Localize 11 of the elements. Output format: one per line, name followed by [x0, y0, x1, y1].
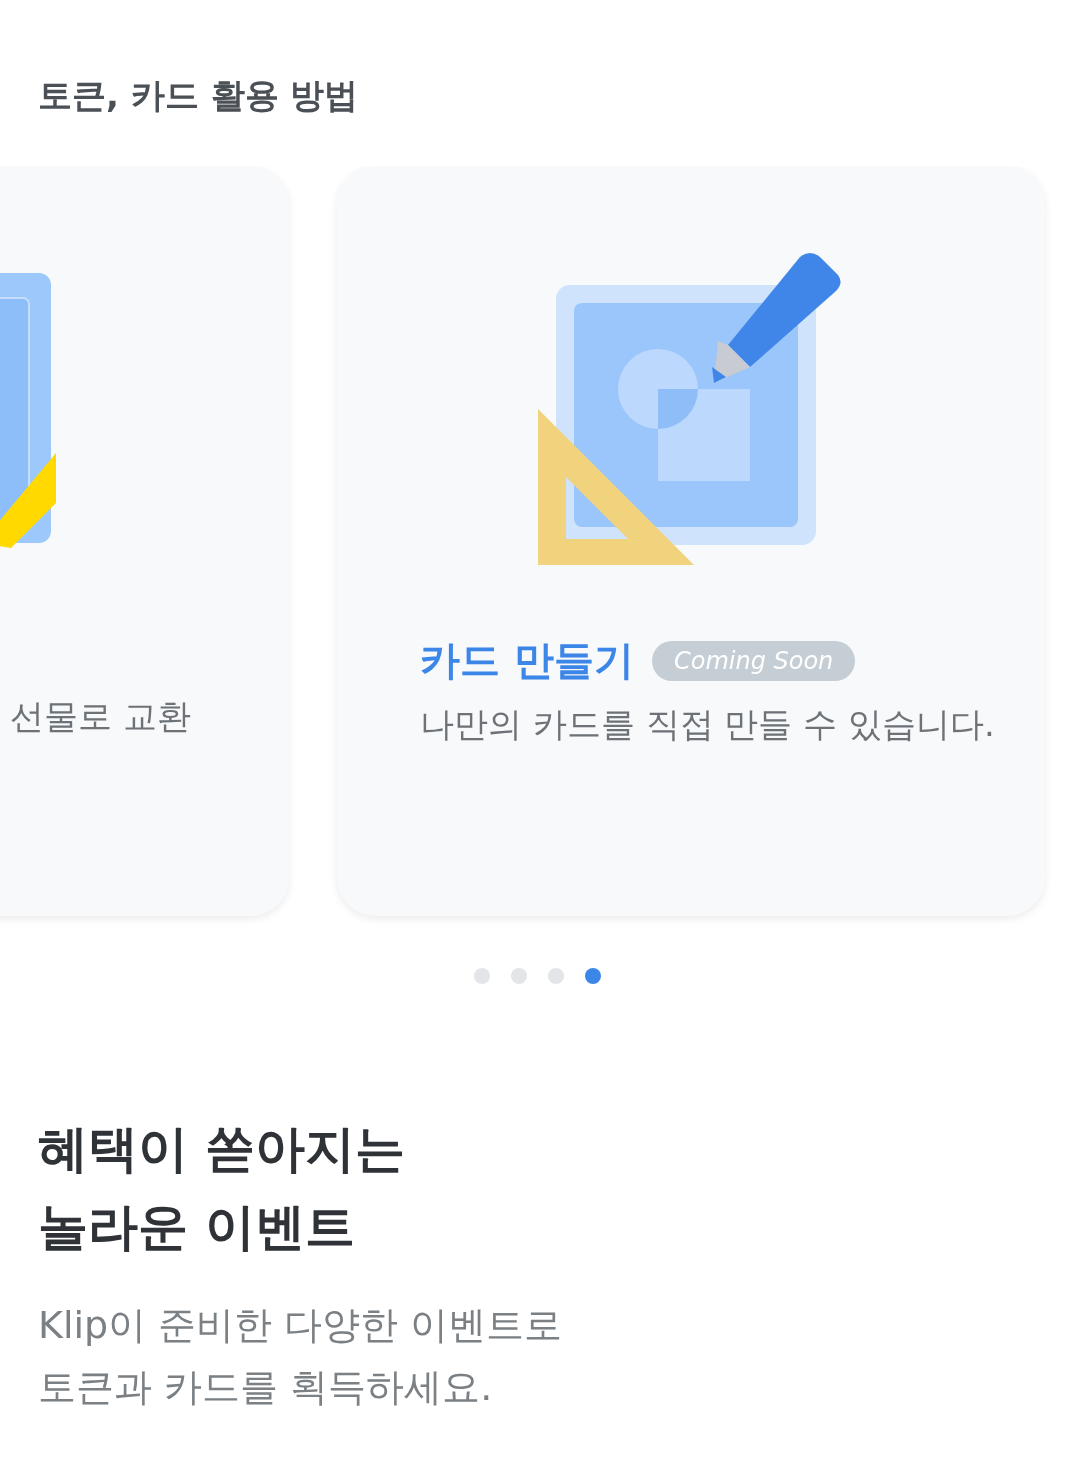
event-heading: 혜택이 쏟아지는 놀라운 이벤트 — [38, 1119, 407, 1258]
card-title: 카드 만들기 — [420, 636, 634, 685]
coming-soon-badge: Coming Soon — [651, 640, 856, 681]
page-indicator-dot[interactable] — [474, 968, 490, 984]
card-description: 나만의 카드를 직접 만들 수 있습니다. — [420, 703, 996, 746]
page-indicator-dot[interactable] — [511, 968, 527, 984]
page-indicator-dot[interactable] — [548, 968, 564, 984]
section-title: 토큰, 카드 활용 방법 — [37, 74, 360, 117]
event-description: Klip이 준비한 다양한 이벤트로 토큰과 카드를 획득하세요. — [38, 1302, 564, 1411]
card-description: 선물로 교환 — [10, 695, 191, 738]
page-indicator-dot[interactable] — [585, 968, 601, 984]
